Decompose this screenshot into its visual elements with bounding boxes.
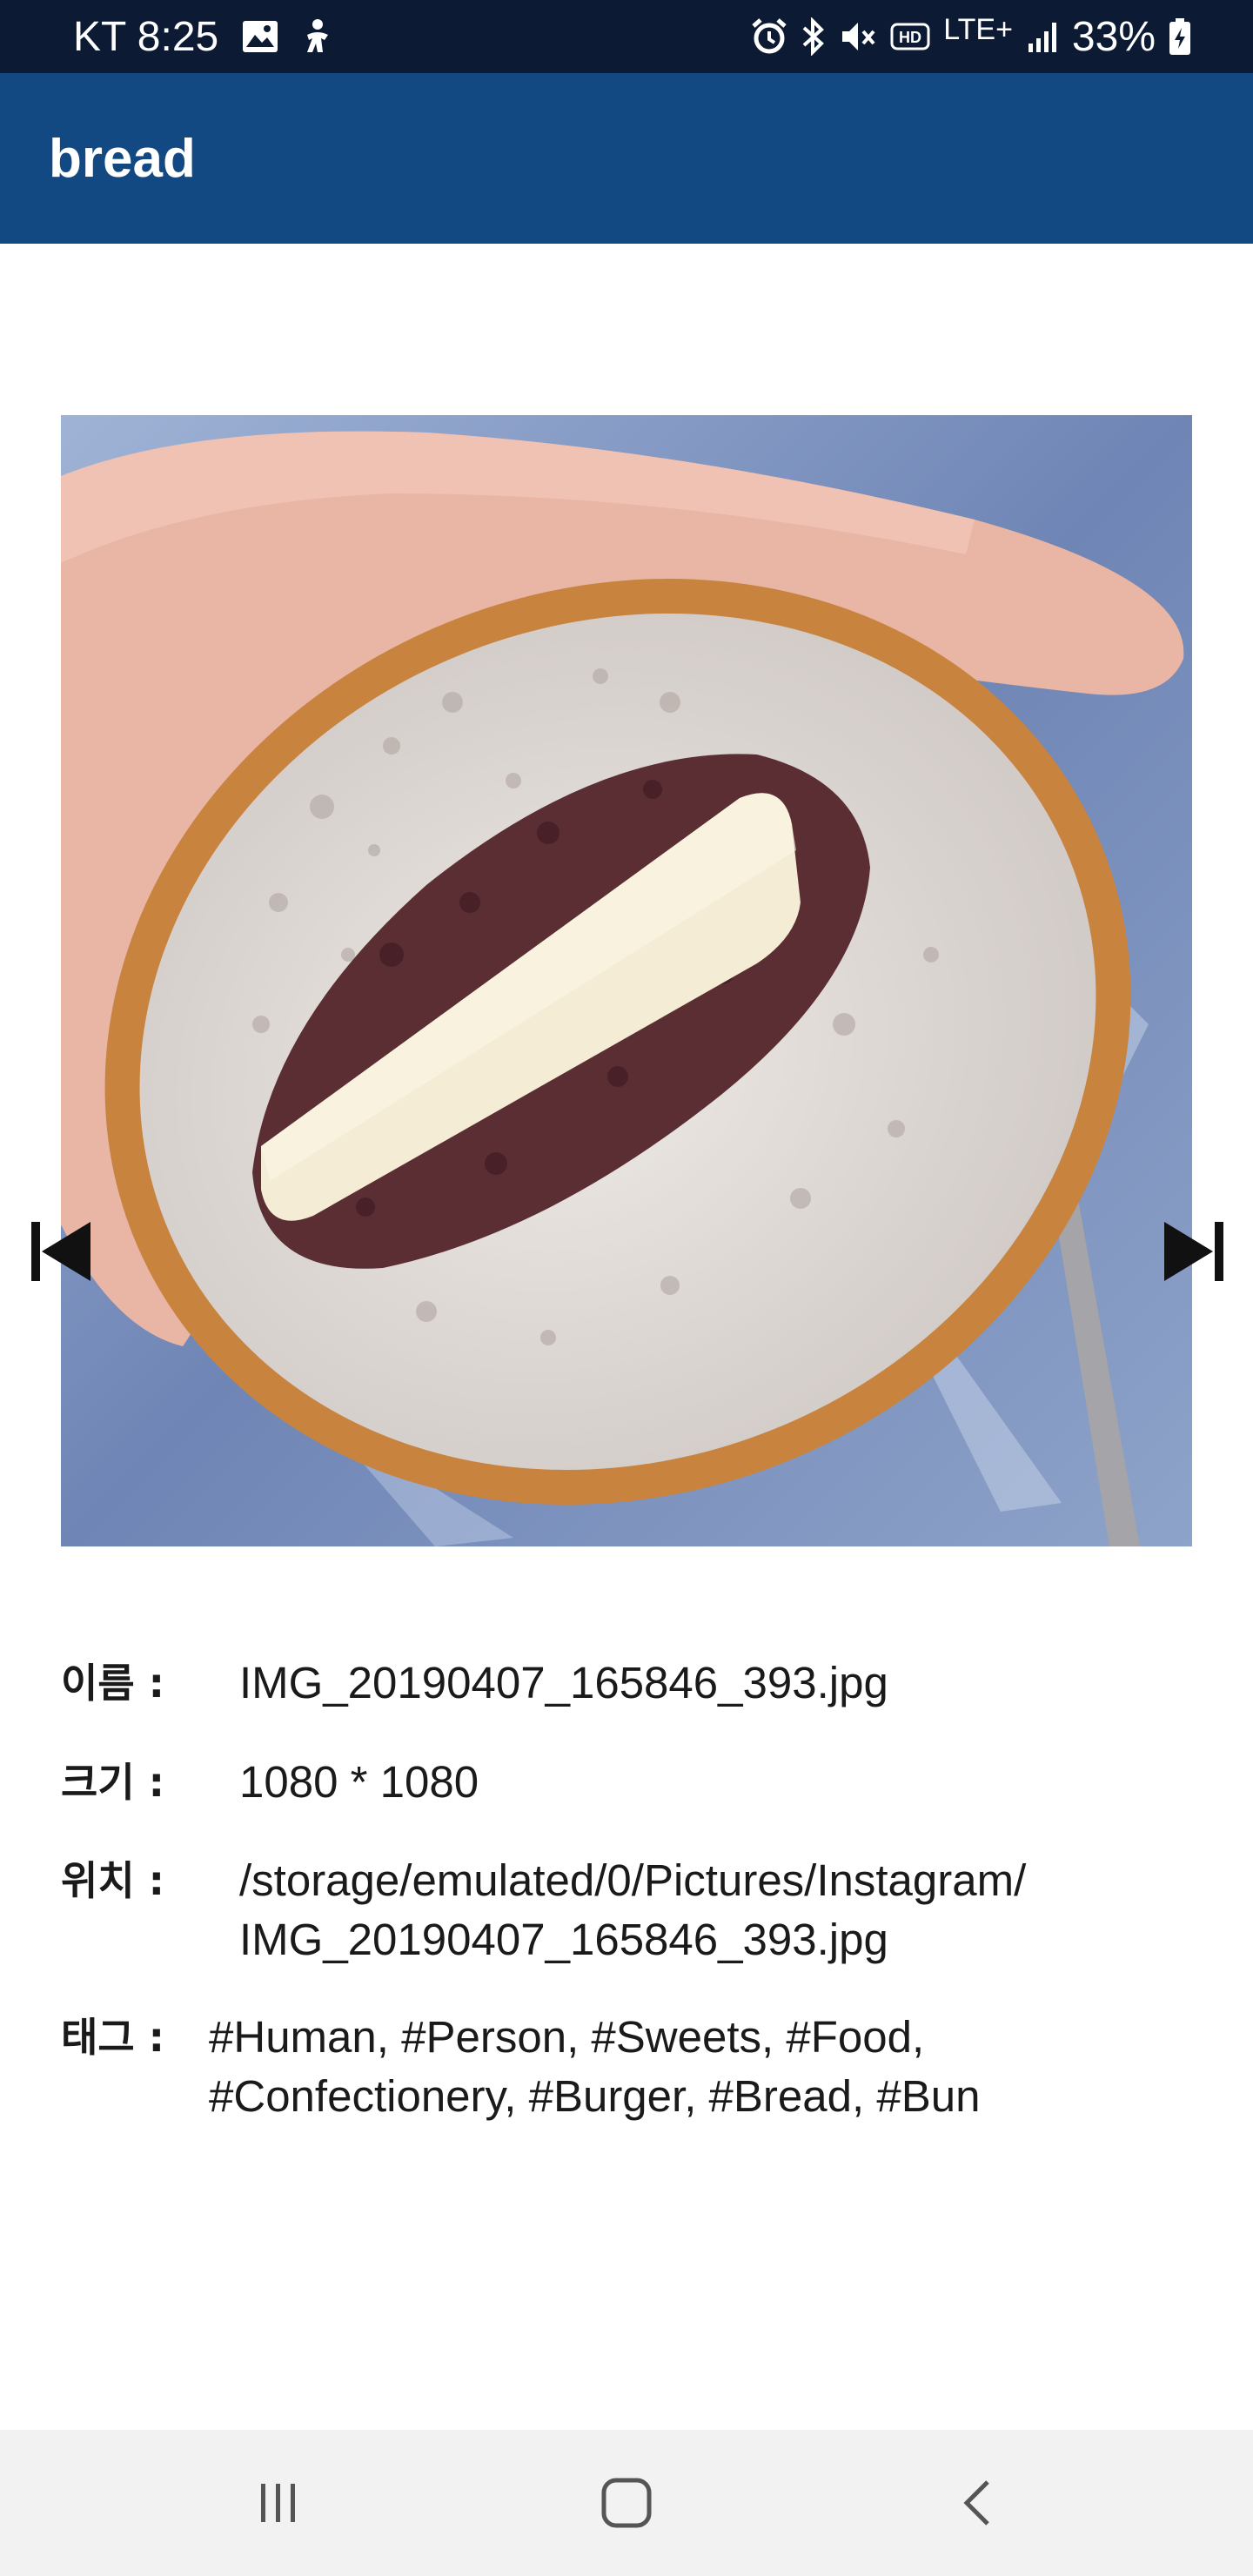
page-title: bread	[49, 128, 196, 189]
tags-value: #Human, #Person, #Sweets, #Food, #Confec…	[209, 2012, 981, 2121]
info-row-location: 위치 : /storage/emulated/0/Pictures/Instag…	[61, 1851, 1026, 1969]
home-icon	[601, 2478, 652, 2528]
back-button[interactable]	[935, 2459, 1022, 2546]
skip-next-icon	[1164, 1222, 1223, 1281]
info-row-tags: 태그 : #Human, #Person, #Sweets, #Food, #C…	[61, 2008, 980, 2126]
lte-indicator: LTE+	[943, 13, 1013, 54]
tags-label: 태그 :	[61, 2014, 165, 2061]
accessibility-icon	[302, 17, 333, 56]
carrier-time: KT 8:25	[73, 13, 219, 60]
status-bar: KT 8:25 HD LTE+ 33%	[0, 0, 1253, 73]
previous-photo-button[interactable]	[28, 1218, 94, 1285]
info-row-size: 크기 : 1080 * 1080	[61, 1753, 479, 1812]
photo-detail-screen: KT 8:25 HD LTE+ 33% bread 이름: IMG_20190…	[0, 0, 1253, 2576]
name-value: IMG_20190407_165846_393.jpg	[239, 1658, 888, 1707]
system-navigation-bar	[0, 2430, 1253, 2576]
recents-icon	[261, 2484, 295, 2522]
size-label: 크기 :	[61, 1759, 165, 1806]
hd-voice-icon: HD	[889, 19, 931, 54]
network-type: LTE+	[943, 12, 1013, 46]
app-bar: bread	[0, 73, 1253, 244]
back-icon	[963, 2480, 989, 2526]
location-value: /storage/emulated/0/Pictures/Instagram/ …	[239, 1855, 1027, 1964]
gallery-icon	[241, 19, 279, 54]
status-right: HD LTE+ 33%	[750, 13, 1192, 61]
home-button[interactable]	[583, 2459, 670, 2546]
location-label: 위치 :	[61, 1857, 165, 1904]
alarm-icon	[750, 17, 788, 56]
skip-previous-icon	[31, 1222, 90, 1281]
next-photo-button[interactable]	[1161, 1218, 1227, 1285]
battery-charging-icon	[1168, 17, 1192, 56]
bread-photo-illustration	[61, 415, 1192, 1546]
svg-text:HD: HD	[899, 29, 921, 46]
battery-percent: 33%	[1071, 13, 1156, 60]
signal-icon	[1025, 19, 1060, 54]
status-left: KT 8:25	[73, 13, 333, 61]
size-value: 1080 * 1080	[239, 1757, 479, 1807]
info-row-name: 이름 : IMG_20190407_165846_393.jpg	[61, 1654, 888, 1713]
recents-button[interactable]	[235, 2459, 322, 2546]
name-label: 이름 :	[61, 1660, 165, 1707]
photo-image[interactable]	[61, 415, 1192, 1546]
bluetooth-icon	[801, 17, 827, 56]
mute-icon	[839, 17, 877, 56]
